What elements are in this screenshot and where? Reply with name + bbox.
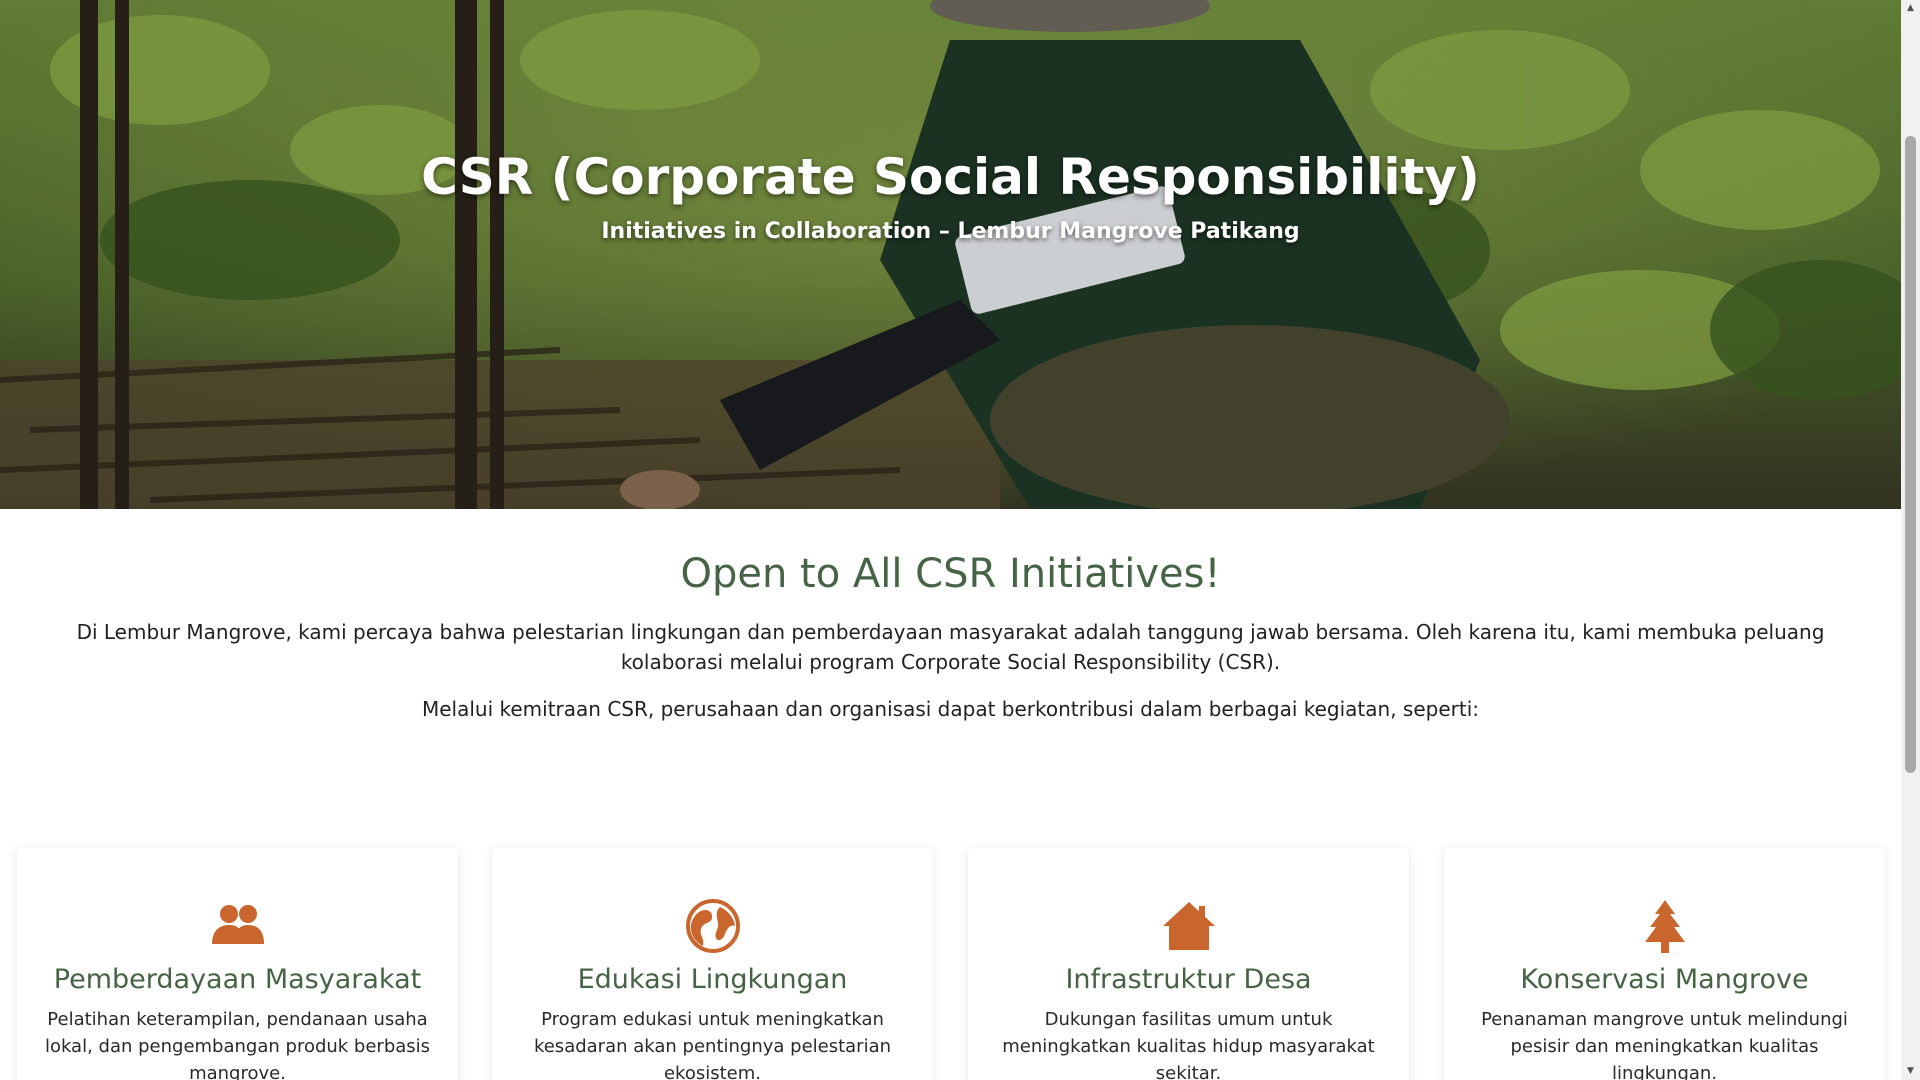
- card-description: Pelatihan keterampilan, pendanaan usaha …: [44, 1009, 431, 1080]
- intro-paragraph-examples: Melalui kemitraan CSR, perusahaan dan or…: [421, 697, 1480, 721]
- card-infrastruktur-desa: Infrastruktur Desa Dukungan fasilitas um…: [968, 848, 1409, 1080]
- tree-icon: [1444, 898, 1885, 954]
- card-title: Konservasi Mangrove: [1520, 964, 1809, 995]
- card-title: Pemberdayaan Masyarakat: [53, 964, 422, 995]
- intro-paragraph: Di Lembur Mangrove, kami percaya bahwa p…: [76, 620, 1825, 674]
- hero-banner: CSR (Corporate Social Responsibility) In…: [0, 0, 1901, 509]
- scrollbar-thumb[interactable]: [1905, 136, 1916, 773]
- card-title: Infrastruktur Desa: [1065, 964, 1312, 995]
- csr-activity-cards: Pemberdayaan Masyarakat Pelatihan ketera…: [17, 848, 1885, 1080]
- card-title: Edukasi Lingkungan: [577, 964, 848, 995]
- hero-background-photo: [0, 0, 1901, 509]
- globe-icon: [492, 898, 933, 954]
- page: CSR (Corporate Social Responsibility) In…: [0, 0, 1901, 1080]
- card-description: Dukungan fasilitas umum untuk meningkatk…: [1002, 1009, 1375, 1080]
- scroll-down-arrow-icon[interactable]: ▼: [1901, 1063, 1920, 1080]
- card-description: Penanaman mangrove untuk melindungi pesi…: [1481, 1009, 1848, 1080]
- home-icon: [968, 898, 1409, 954]
- users-icon: [17, 898, 458, 954]
- card-edukasi-lingkungan: Edukasi Lingkungan Program edukasi untuk…: [492, 848, 933, 1080]
- card-description: Program edukasi untuk meningkatkan kesad…: [533, 1009, 892, 1080]
- section-heading: Open to All CSR Initiatives!: [680, 551, 1221, 597]
- hero-title: CSR (Corporate Social Responsibility): [421, 148, 1480, 206]
- card-konservasi-mangrove: Konservasi Mangrove Penanaman mangrove u…: [1444, 848, 1885, 1080]
- hero-text: CSR (Corporate Social Responsibility) In…: [0, 148, 1901, 245]
- page-scrollbar[interactable]: ▲ ▼: [1901, 0, 1920, 1080]
- card-pemberdayaan-masyarakat: Pemberdayaan Masyarakat Pelatihan ketera…: [17, 848, 458, 1080]
- scroll-up-arrow-icon[interactable]: ▲: [1901, 0, 1920, 17]
- hero-subtitle: Initiatives in Collaboration – Lembur Ma…: [601, 219, 1300, 244]
- intro-section: Open to All CSR Initiatives! Di Lembur M…: [0, 509, 1901, 724]
